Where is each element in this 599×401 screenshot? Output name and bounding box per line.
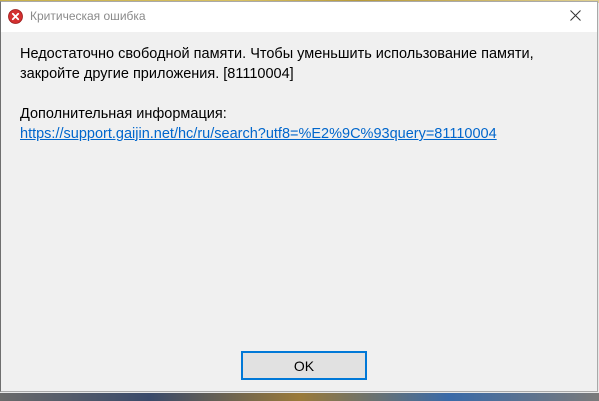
title-bar[interactable]: Критическая ошибка xyxy=(1,2,597,32)
background-app-strip-bottom xyxy=(0,393,599,401)
close-icon xyxy=(569,8,581,26)
support-link[interactable]: https://support.gaijin.net/hc/ru/search?… xyxy=(20,124,497,144)
close-button[interactable] xyxy=(553,2,597,32)
ok-button[interactable]: OK xyxy=(241,351,367,380)
additional-info-label: Дополнительная информация: xyxy=(20,106,227,122)
dialog-content: Недостаточно свободной памяти. Чтобы уме… xyxy=(20,44,577,144)
error-icon xyxy=(8,9,23,24)
window-title: Критическая ошибка xyxy=(30,9,146,23)
error-dialog: Критическая ошибка Недостаточно свободно… xyxy=(0,1,598,392)
error-message: Недостаточно свободной памяти. Чтобы уме… xyxy=(20,46,534,82)
